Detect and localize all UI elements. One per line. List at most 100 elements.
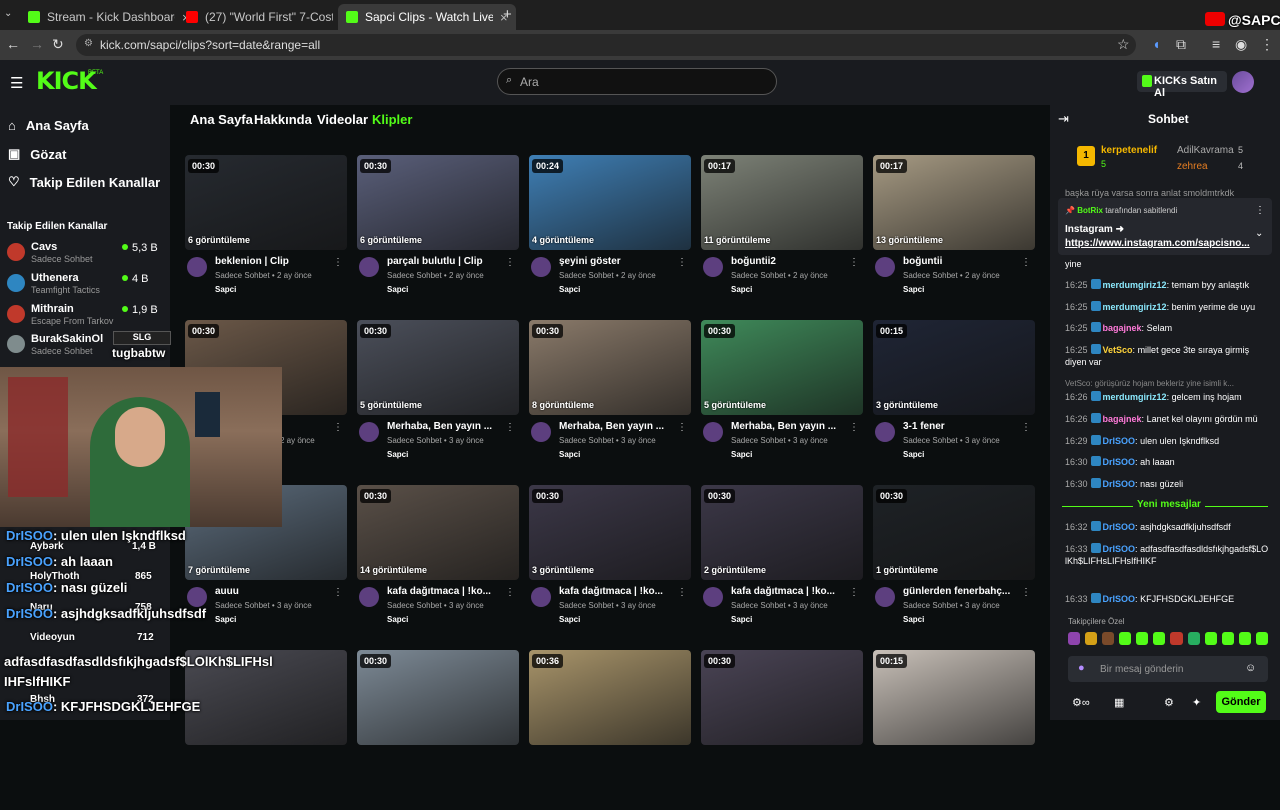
clip-thumbnail[interactable]: 00:30 6 görüntüleme <box>185 155 347 250</box>
pinned-link[interactable]: https://www.instagram.com/sapcisno... <box>1065 238 1250 249</box>
clip-title[interactable]: Merhaba, Ben yayın ... <box>559 421 679 432</box>
clip-author[interactable]: Sapci <box>215 615 236 624</box>
emote-icon[interactable] <box>1068 632 1081 645</box>
emote-icon[interactable] <box>1255 632 1268 645</box>
extensions-puzzle-icon[interactable]: ⧉ <box>1176 36 1186 53</box>
chat-username[interactable]: bagajnek <box>1103 414 1142 424</box>
badge-icon[interactable]: ✦ <box>1192 696 1201 709</box>
clip-author[interactable]: Sapci <box>387 615 408 624</box>
avatar[interactable] <box>531 257 551 277</box>
browser-tab-sapci-clips[interactable]: Sapci Clips - Watch Live on Kick × <box>338 4 516 30</box>
search-input[interactable]: Ara <box>497 68 777 95</box>
clip-title[interactable]: beklenion | Clip <box>215 256 335 267</box>
leader-name[interactable]: AdilKavrama <box>1177 145 1234 156</box>
leader-name[interactable]: kerpetenelif <box>1101 145 1157 156</box>
clip-title[interactable]: boğuntii <box>903 256 1023 267</box>
clip-card[interactable]: 00:30 1 görüntüleme günlerden fenerbahç...… <box>873 485 1035 645</box>
clip-thumbnail[interactable]: 00:15 3 görüntüleme <box>873 320 1035 415</box>
site-info-icon[interactable]: ⚙ <box>84 38 93 49</box>
clip-card[interactable]: 00:17 13 görüntüleme boğuntii Sadece Sohbet… <box>873 155 1035 315</box>
emote-icon[interactable] <box>1153 632 1166 645</box>
more-options-icon[interactable]: ⋮ <box>1021 422 1031 433</box>
chat-username[interactable]: DrISOO <box>1103 457 1136 467</box>
clip-title[interactable]: kafa dağıtmaca | !ko... <box>731 586 851 597</box>
avatar[interactable] <box>187 587 207 607</box>
clip-card[interactable]: 00:30 2 görüntüleme kafa dağıtmaca | !ko..… <box>701 485 863 645</box>
reload-icon[interactable]: ↻ <box>52 36 64 53</box>
clip-card[interactable]: 00:30 14 görüntüleme kafa dağıtmaca | !ko.… <box>357 485 519 645</box>
more-options-icon[interactable]: ⋮ <box>1021 587 1031 598</box>
sidebar-nav-browse[interactable]: ▣ Gözat <box>8 146 66 162</box>
clip-thumbnail[interactable]: 00:17 13 görüntüleme <box>873 155 1035 250</box>
avatar[interactable] <box>531 587 551 607</box>
chat-username[interactable]: VetSco <box>1103 345 1133 355</box>
more-options-icon[interactable]: ⋮ <box>505 257 515 268</box>
clip-thumbnail[interactable]: 00:15 <box>873 650 1035 745</box>
emote-icon[interactable] <box>1170 632 1183 645</box>
clip-card[interactable]: 00:15 <box>873 650 1035 810</box>
clip-card[interactable]: 00:36 <box>529 650 691 810</box>
hamburger-menu-icon[interactable]: ☰ <box>10 74 23 92</box>
more-options-icon[interactable]: ⋮ <box>849 257 859 268</box>
clip-card[interactable]: 00:30 6 görüntüleme parçalı bulutlu | Clip… <box>357 155 519 315</box>
sidebar-channel-mithrain[interactable]: Mithrain Escape From Tarkov 1,9 B <box>7 303 167 333</box>
clip-card[interactable]: 00:30 <box>701 650 863 810</box>
media-control-icon[interactable]: ≡ <box>1212 36 1220 52</box>
tab-videos[interactable]: Videolar <box>317 112 368 127</box>
emote-icon[interactable] <box>1119 632 1132 645</box>
clip-card[interactable]: 00:30 8 görüntüleme Merhaba, Ben yayın ...… <box>529 320 691 480</box>
emote-icon[interactable] <box>1136 632 1149 645</box>
clip-author[interactable]: Sapci <box>559 450 580 459</box>
more-options-icon[interactable]: ⋮ <box>505 422 515 433</box>
clip-card[interactable]: 00:30 6 görüntüleme beklenion | Clip Sadece… <box>185 155 347 315</box>
clip-thumbnail[interactable]: 00:17 11 görüntüleme <box>701 155 863 250</box>
avatar[interactable] <box>875 257 895 277</box>
sidebar-channel-uthenera[interactable]: Uthenera Teamfight Tactics 4 B <box>7 272 167 302</box>
clip-author[interactable]: Sapci <box>731 450 752 459</box>
user-avatar[interactable] <box>1232 71 1254 93</box>
clip-title[interactable]: Merhaba, Ben yayın ... <box>731 421 851 432</box>
clip-title[interactable]: Merhaba, Ben yayın ... <box>387 421 507 432</box>
profile-icon[interactable]: ◉ <box>1235 36 1247 53</box>
clip-author[interactable]: Sapci <box>387 450 408 459</box>
sidebar-channel-cavs[interactable]: Cavs Sadece Sohbet 5,3 B <box>7 241 167 271</box>
chat-username[interactable]: bagajnek <box>1103 323 1142 333</box>
leader-name[interactable]: zehrea <box>1177 161 1208 172</box>
clip-card[interactable]: 00:17 11 görüntüleme boğuntii2 Sadece Sohbe… <box>701 155 863 315</box>
clip-card[interactable]: 00:30 <box>357 650 519 810</box>
microphone-icon[interactable]: ● <box>1078 662 1085 674</box>
more-options-icon[interactable]: ⋮ <box>505 587 515 598</box>
tab-about[interactable]: Hakkında <box>254 112 312 127</box>
clip-author[interactable]: Sapci <box>731 615 752 624</box>
avatar[interactable] <box>359 587 379 607</box>
pinned-options-icon[interactable]: ⋮ <box>1255 205 1265 216</box>
clip-title[interactable]: parçalı bulutlu | Clip <box>387 256 507 267</box>
address-bar[interactable]: kick.com/sapci/clips?sort=date&range=all <box>76 34 1136 56</box>
forward-icon[interactable]: → <box>30 36 44 52</box>
clip-thumbnail[interactable]: 00:30 8 görüntüleme <box>529 320 691 415</box>
chat-username[interactable]: DrISOO <box>1103 522 1136 532</box>
new-tab-icon[interactable]: + <box>503 6 512 23</box>
clip-thumbnail[interactable]: 00:30 1 görüntüleme <box>873 485 1035 580</box>
tab-home[interactable]: Ana Sayfa <box>190 112 253 127</box>
emote-icon[interactable] <box>1187 632 1200 645</box>
chat-username[interactable]: merdumgiriz12 <box>1103 302 1167 312</box>
more-options-icon[interactable]: ⋮ <box>1021 257 1031 268</box>
clip-thumbnail[interactable]: 00:24 4 görüntüleme <box>529 155 691 250</box>
more-options-icon[interactable]: ⋮ <box>849 587 859 598</box>
clip-author[interactable]: Sapci <box>215 285 236 294</box>
more-options-icon[interactable]: ⋮ <box>333 422 343 433</box>
clip-author[interactable]: Sapci <box>559 615 580 624</box>
clip-author[interactable]: Sapci <box>903 450 924 459</box>
clip-author[interactable]: Sapci <box>731 285 752 294</box>
clip-card[interactable]: 00:24 4 görüntüleme şeyini göster Sadece So… <box>529 155 691 315</box>
clip-card[interactable]: 00:30 5 görüntüleme Merhaba, Ben yayın ...… <box>701 320 863 480</box>
clip-thumbnail[interactable]: 00:30 2 görüntüleme <box>701 485 863 580</box>
clip-title[interactable]: 3-1 fener <box>903 421 1023 432</box>
browser-tab-youtube[interactable]: (27) "World First" 7-Cost 3-Star × <box>178 4 356 30</box>
more-options-icon[interactable]: ⋮ <box>677 422 687 433</box>
emote-icon[interactable] <box>1085 632 1098 645</box>
store-icon[interactable]: ▦ <box>1114 696 1124 709</box>
clip-title[interactable]: günlerden fenerbahç... <box>903 586 1023 597</box>
clip-thumbnail[interactable]: 00:30 3 görüntüleme <box>529 485 691 580</box>
